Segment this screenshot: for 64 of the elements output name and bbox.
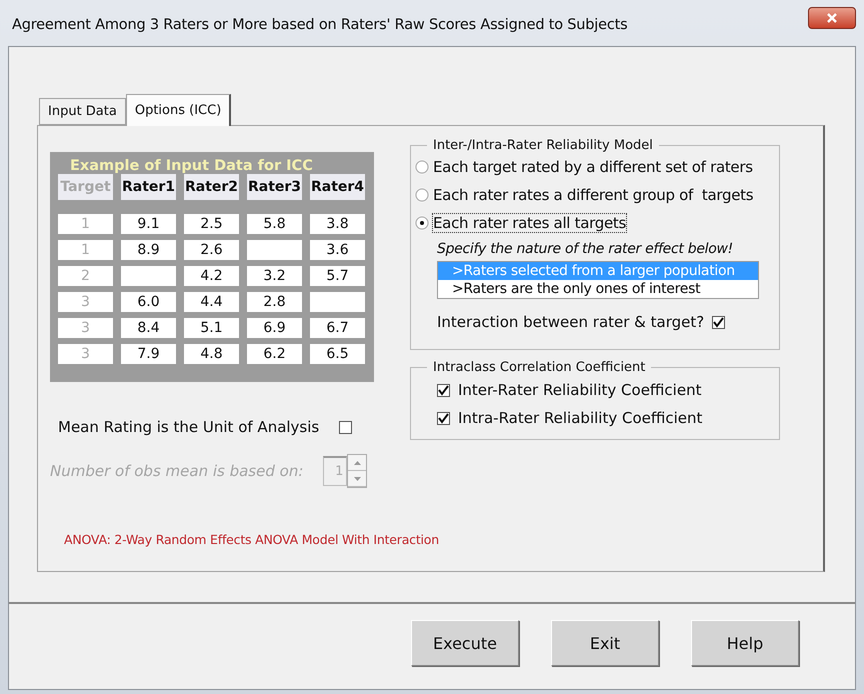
spin-up-button[interactable]: [348, 455, 366, 471]
dialog-button[interactable]: Help: [691, 620, 799, 666]
table-cell: 5.1: [184, 318, 239, 338]
column-header: Rater4: [310, 174, 365, 200]
table-cell: 1: [58, 240, 113, 260]
close-icon: [826, 12, 838, 24]
spin-down-button[interactable]: [348, 471, 366, 487]
checkbox[interactable]: [437, 412, 450, 424]
checkbox-label: Inter-Rater Reliability Coefficient: [458, 381, 702, 399]
window-title: Agreement Among 3 Raters or More based on Raters' Raw Scores Assigned to Subjects: [12, 17, 628, 33]
table-cell: 2: [58, 266, 113, 286]
table-cell: 4.8: [184, 344, 239, 364]
dialog-button[interactable]: Execute: [411, 620, 519, 666]
table-cell: 3.6: [310, 240, 365, 260]
table-cell: 5.8: [247, 214, 302, 234]
table-cell: 2.8: [247, 292, 302, 312]
table-cell: 2.6: [184, 240, 239, 260]
column-header: Target: [58, 174, 113, 200]
close-button[interactable]: [808, 7, 856, 29]
table-cell: 3: [58, 318, 113, 338]
table-cell: [310, 292, 365, 312]
table-cell: 7.9: [121, 344, 176, 364]
table-cell: 1: [58, 214, 113, 234]
obs-label: Number of obs mean is based on:: [50, 462, 304, 480]
table-cell: 6.2: [247, 344, 302, 364]
radio-option[interactable]: Each rater rates all targets: [415, 214, 775, 232]
table-cell: 5.7: [310, 266, 365, 286]
anova-note: ANOVA: 2-Way Random Effects ANOVA Model With Interaction: [64, 532, 439, 547]
table-cell: 3.2: [247, 266, 302, 286]
group-title: Intraclass Correlation Coefficient: [432, 360, 646, 375]
table-cell: 3: [58, 344, 113, 364]
radio-option[interactable]: Each target rated by a different set of raters: [415, 158, 775, 176]
table-cell: 6.9: [247, 318, 302, 338]
tab[interactable]: Input Data: [39, 98, 126, 125]
radio-option[interactable]: Each rater rates a different group of targets: [415, 186, 775, 204]
up-arrow-icon: [354, 460, 361, 464]
interaction-label: Interaction between rater & target?: [437, 313, 704, 331]
hint-text: Specify the nature of the rater effect below!: [437, 241, 734, 257]
table-cell: [121, 266, 176, 286]
table-cell: 6.7: [310, 318, 365, 338]
table-cell: 6.0: [121, 292, 176, 312]
tab[interactable]: Options (ICC): [126, 94, 232, 126]
example-title: Example of Input Data for ICC: [69, 158, 314, 174]
column-header: Rater3: [247, 174, 302, 200]
table-cell: 8.9: [121, 240, 176, 260]
dialog-button[interactable]: Exit: [551, 620, 659, 666]
down-arrow-icon: [354, 476, 361, 480]
table-cell: 6.5: [310, 344, 365, 364]
table-cell: 8.4: [121, 318, 176, 338]
mean-rating-label: Mean Rating is the Unit of Analysis: [58, 418, 320, 436]
table-cell: 2.5: [184, 214, 239, 234]
table-cell: 4.4: [184, 292, 239, 312]
table-cell: 9.1: [121, 214, 176, 234]
checkbox-label: Intra-Rater Reliability Coefficient: [458, 409, 702, 427]
checkbox[interactable]: [437, 384, 450, 396]
table-cell: 3: [58, 292, 113, 312]
column-header: Rater2: [184, 174, 239, 200]
group-title: Inter-/Intra-Rater Reliability Model: [432, 138, 654, 153]
interaction-checkbox[interactable]: [712, 316, 726, 328]
table-cell: 3.8: [310, 214, 365, 234]
table-cell: [247, 240, 302, 260]
column-header: Rater1: [121, 174, 176, 200]
table-cell: 4.2: [184, 266, 239, 286]
mean-rating-checkbox[interactable]: [339, 420, 352, 434]
